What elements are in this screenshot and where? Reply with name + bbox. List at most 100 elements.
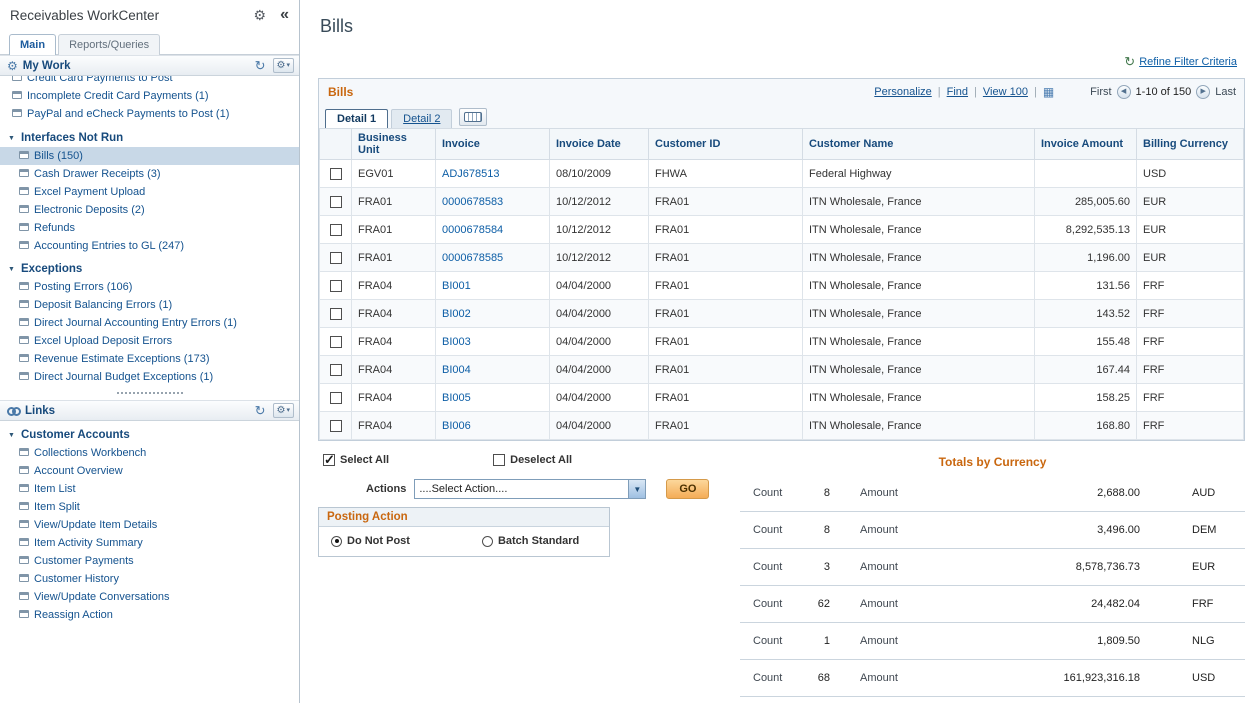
invoice-link[interactable]: 0000678585 xyxy=(442,252,503,264)
pager-first-link[interactable]: First xyxy=(1090,86,1111,98)
personalize-link[interactable]: Personalize xyxy=(874,86,931,98)
tab-detail-2[interactable]: Detail 2 xyxy=(391,109,453,128)
row-checkbox[interactable] xyxy=(329,251,342,264)
posting-action-box: Posting Action Do Not Post Batch Standar… xyxy=(318,507,610,557)
sidebar-item[interactable]: View/Update Item Details xyxy=(0,516,299,534)
pagelet-icon xyxy=(19,538,29,546)
group-header-interfaces-not-run[interactable]: ▼ Interfaces Not Run xyxy=(0,129,299,147)
invoice-amount-cell: 1,196.00 xyxy=(1034,243,1137,272)
pager-next-button[interactable]: ▶ xyxy=(1196,84,1211,99)
invoice-link[interactable]: 0000678584 xyxy=(442,224,503,236)
sidebar-item[interactable]: Item List xyxy=(0,480,299,498)
sidebar-item[interactable]: Direct Journal Budget Exceptions (1) xyxy=(0,368,299,386)
download-grid-icon[interactable]: ▦ xyxy=(1043,86,1054,98)
invoice-link[interactable]: ADJ678513 xyxy=(442,168,500,180)
sidebar-item[interactable]: Deposit Balancing Errors (1) xyxy=(0,296,299,314)
row-checkbox[interactable] xyxy=(329,391,342,404)
batch-standard-radio[interactable] xyxy=(481,535,493,547)
column-header-customer-name: Customer Name xyxy=(802,128,1035,160)
row-checkbox[interactable] xyxy=(329,363,342,376)
sidebar-item[interactable]: Accounting Entries to GL (247) xyxy=(0,237,299,255)
row-checkbox[interactable] xyxy=(329,195,342,208)
show-all-columns-button[interactable] xyxy=(459,108,488,126)
sidebar-item[interactable]: Cash Drawer Receipts (3) xyxy=(0,165,299,183)
group-label: Interfaces Not Run xyxy=(20,132,124,144)
invoice-link[interactable]: BI003 xyxy=(442,336,471,348)
select-all-checkbox[interactable] xyxy=(323,452,335,468)
sidebar-item-label: Customer Payments xyxy=(34,554,134,567)
sidebar-item[interactable]: Bills (150) xyxy=(0,147,299,165)
sidebar-item[interactable]: Direct Journal Accounting Entry Errors (… xyxy=(0,314,299,332)
group-header-customer-accounts[interactable]: ▼ Customer Accounts xyxy=(0,426,299,444)
links-gear-menu-button[interactable]: ⚙ ▾ xyxy=(272,403,294,418)
sidebar-item[interactable]: Excel Payment Upload xyxy=(0,183,299,201)
action-select[interactable]: ....Select Action.... ▼ xyxy=(414,479,647,499)
deselect-all-checkbox[interactable] xyxy=(493,454,506,466)
sidebar-item[interactable]: Account Overview xyxy=(0,462,299,480)
invoice-link[interactable]: BI006 xyxy=(442,420,471,432)
sidebar-item[interactable]: Customer History xyxy=(0,570,299,588)
sidebar-item[interactable]: Excel Upload Deposit Errors xyxy=(0,332,299,350)
sidebar-item[interactable]: Posting Errors (106) xyxy=(0,278,299,296)
sidebar-item[interactable]: Incomplete Credit Card Payments (1) xyxy=(0,87,299,105)
sidebar-item[interactable]: View/Update Conversations xyxy=(0,588,299,606)
amount-value: 161,923,316.18 xyxy=(1063,672,1140,684)
workcenter-settings-gear-icon[interactable]: ⚙ xyxy=(254,7,267,24)
invoice-link[interactable]: BI002 xyxy=(442,308,471,320)
actions-row: Actions ....Select Action.... ▼ GO xyxy=(318,479,728,499)
go-button[interactable]: GO xyxy=(666,479,710,499)
tab-detail-1[interactable]: Detail 1 xyxy=(325,109,389,128)
select-all-control[interactable]: Select All xyxy=(323,452,389,468)
sidebar-item[interactable]: Refunds xyxy=(0,219,299,237)
invoice-amount-cell: 158.25 xyxy=(1034,383,1137,412)
row-checkbox[interactable] xyxy=(329,335,342,348)
sidebar-item[interactable]: Reassign Action xyxy=(0,606,299,624)
group-header-exceptions[interactable]: ▼ Exceptions xyxy=(0,260,299,278)
pager-previous-button[interactable]: ◀ xyxy=(1116,84,1131,99)
row-checkbox[interactable] xyxy=(329,223,342,236)
sidebar-item[interactable]: Revenue Estimate Exceptions (173) xyxy=(0,350,299,368)
batch-standard-option[interactable]: Batch Standard xyxy=(481,535,579,547)
dropdown-arrow-icon[interactable]: ▼ xyxy=(628,480,646,498)
find-link[interactable]: Find xyxy=(947,86,968,98)
sidebar-item-label: PayPal and eCheck Payments to Post (1) xyxy=(27,107,230,120)
main-content: Bills ↻ Refine Filter Criteria Bills Per… xyxy=(300,0,1253,703)
my-work-refresh-icon[interactable]: ↻ xyxy=(255,59,266,72)
tab-reports-queries[interactable]: Reports/Queries xyxy=(58,34,161,55)
invoice-date-cell: 04/04/2000 xyxy=(549,271,649,300)
view-100-link[interactable]: View 100 xyxy=(983,86,1028,98)
refine-refresh-icon[interactable]: ↻ xyxy=(1124,55,1135,68)
invoice-link[interactable]: BI005 xyxy=(442,392,471,404)
collapse-sidebar-icon[interactable]: « xyxy=(280,6,289,24)
do-not-post-option[interactable]: Do Not Post xyxy=(331,535,410,547)
posting-action-options: Do Not Post Batch Standard xyxy=(319,527,609,556)
deselect-all-control[interactable]: Deselect All xyxy=(493,454,572,466)
invoice-link[interactable]: BI001 xyxy=(442,280,471,292)
sidebar-item[interactable]: PayPal and eCheck Payments to Post (1) xyxy=(0,105,299,123)
invoice-link[interactable]: 0000678583 xyxy=(442,196,503,208)
do-not-post-radio[interactable] xyxy=(331,535,342,547)
tab-main[interactable]: Main xyxy=(9,34,57,55)
links-refresh-icon[interactable]: ↻ xyxy=(255,404,266,417)
invoice-link[interactable]: BI004 xyxy=(442,364,471,376)
sidebar-item-label: Excel Payment Upload xyxy=(34,185,146,198)
sidebar-item[interactable]: Item Split xyxy=(0,498,299,516)
sidebar-item[interactable]: Customer Payments xyxy=(0,552,299,570)
row-checkbox[interactable] xyxy=(329,419,342,432)
sidebar-item[interactable]: Item Activity Summary xyxy=(0,534,299,552)
refine-filter-criteria-link[interactable]: Refine Filter Criteria xyxy=(1139,56,1237,68)
sidebar-item-label: Cash Drawer Receipts (3) xyxy=(34,167,161,180)
row-checkbox[interactable] xyxy=(329,307,342,320)
my-work-gear-menu-button[interactable]: ⚙ ▾ xyxy=(272,58,294,73)
sidebar-item[interactable]: Collections Workbench xyxy=(0,444,299,462)
sidebar-item-label: Deposit Balancing Errors (1) xyxy=(34,298,173,311)
sidebar-item[interactable]: Electronic Deposits (2) xyxy=(0,201,299,219)
row-checkbox[interactable] xyxy=(329,279,342,292)
totals-row: Count 68 Amount 161,923,316.18 USD xyxy=(740,660,1245,697)
sidebar-item-label: Customer History xyxy=(34,572,119,585)
customer-id-cell: FHWA xyxy=(648,159,803,188)
count-value: 8 xyxy=(823,524,830,536)
sidebar-item[interactable]: Credit Card Payments to Post xyxy=(0,76,299,87)
pager-last-link[interactable]: Last xyxy=(1215,86,1236,98)
row-checkbox[interactable] xyxy=(329,167,342,180)
